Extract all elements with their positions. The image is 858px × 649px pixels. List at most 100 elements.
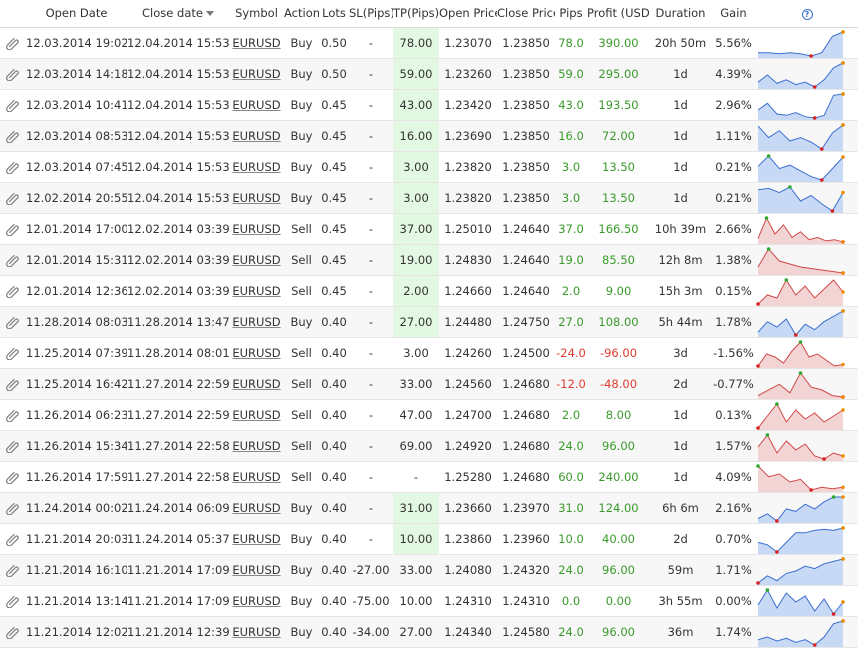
row-icon-cell[interactable] (0, 275, 26, 307)
paperclip-icon[interactable] (6, 500, 20, 515)
lots-cell: 0.45 (319, 213, 349, 245)
action-header[interactable]: Action (284, 0, 319, 28)
row-icon-cell[interactable] (0, 213, 26, 245)
row-icon-cell[interactable] (0, 337, 26, 369)
table-row[interactable]: 12.03.2014 07:45 12.04.2014 15:53 EURUSD Bu… (0, 151, 858, 183)
paperclip-icon[interactable] (6, 97, 20, 112)
symbol-link[interactable]: EURUSD (232, 439, 280, 453)
table-row[interactable]: 11.21.2014 20:03 11.24.2014 05:37 EURUSD Bu… (0, 523, 858, 555)
duration-header[interactable]: Duration (650, 0, 711, 28)
table-row[interactable]: 12.03.2014 10:41 12.04.2014 15:53 EURUSD Bu… (0, 89, 858, 121)
table-row[interactable]: 11.25.2014 16:42 11.27.2014 22:59 EURUSD Se… (0, 368, 858, 400)
table-row[interactable]: 12.03.2014 08:53 12.04.2014 15:53 EURUSD Bu… (0, 120, 858, 152)
close-date-header[interactable]: Close date (127, 0, 229, 28)
paperclip-icon[interactable] (6, 562, 20, 577)
table-row[interactable]: 12.02.2014 20:55 12.04.2014 15:53 EURUSD Bu… (0, 182, 858, 214)
row-icon-cell[interactable] (0, 523, 26, 555)
paperclip-icon[interactable] (6, 66, 20, 81)
table-row[interactable]: 11.26.2014 17:59 11.27.2014 22:58 EURUSD Se… (0, 461, 858, 493)
symbol-link[interactable]: EURUSD (232, 501, 280, 515)
symbol-link[interactable]: EURUSD (232, 377, 280, 391)
open-price-header[interactable]: Open Price (439, 0, 497, 28)
symbol-link[interactable]: EURUSD (232, 532, 280, 546)
profit-header[interactable]: Profit (USD) (587, 0, 650, 28)
row-icon-cell[interactable] (0, 399, 26, 431)
paperclip-icon[interactable] (6, 438, 20, 453)
row-icon-cell[interactable] (0, 89, 26, 121)
row-icon-cell[interactable] (0, 27, 26, 59)
symbol-link[interactable]: EURUSD (232, 98, 280, 112)
table-row[interactable]: 12.01.2014 15:31 12.02.2014 03:39 EURUSD Se… (0, 244, 858, 276)
symbol-link[interactable]: EURUSD (232, 315, 280, 329)
paperclip-icon[interactable] (6, 35, 20, 50)
close-price-header[interactable]: Close Price (497, 0, 555, 28)
row-icon-cell[interactable] (0, 120, 26, 152)
symbol-link[interactable]: EURUSD (232, 408, 280, 422)
table-row[interactable]: 11.21.2014 13:14 11.21.2014 17:09 EURUSD Bu… (0, 585, 858, 617)
row-icon-cell[interactable] (0, 58, 26, 90)
gain-header[interactable]: Gain (711, 0, 756, 28)
open-date-header[interactable]: Open Date (26, 0, 127, 28)
symbol-link[interactable]: EURUSD (232, 67, 280, 81)
symbol-link[interactable]: EURUSD (232, 222, 280, 236)
row-icon-cell[interactable] (0, 585, 26, 617)
sl-header[interactable]: SL(Pips) (349, 0, 393, 28)
table-row[interactable]: 11.21.2014 16:10 11.21.2014 17:09 EURUSD Bu… (0, 554, 858, 586)
symbol-link[interactable]: EURUSD (232, 594, 280, 608)
paperclip-icon[interactable] (6, 190, 20, 205)
paperclip-icon[interactable] (6, 252, 20, 267)
pips-header[interactable]: Pips (555, 0, 587, 28)
symbol-link[interactable]: EURUSD (232, 625, 280, 639)
table-row[interactable]: 12.03.2014 14:18 12.04.2014 15:53 EURUSD Bu… (0, 58, 858, 90)
table-row[interactable]: 11.28.2014 08:03 11.28.2014 13:47 EURUSD Bu… (0, 306, 858, 338)
table-row[interactable]: 11.24.2014 00:02 11.24.2014 06:09 EURUSD Bu… (0, 492, 858, 524)
open-date-cell: 12.03.2014 19:02 (26, 27, 127, 59)
row-icon-cell[interactable] (0, 554, 26, 586)
row-icon-cell[interactable] (0, 616, 26, 648)
symbol-link[interactable]: EURUSD (232, 563, 280, 577)
symbol-link[interactable]: EURUSD (232, 160, 280, 174)
symbol-header[interactable]: Symbol (229, 0, 284, 28)
table-row[interactable]: 12.01.2014 12:36 12.02.2014 03:39 EURUSD Se… (0, 275, 858, 307)
table-row[interactable]: 11.25.2014 07:39 11.28.2014 08:01 EURUSD Se… (0, 337, 858, 369)
paperclip-icon[interactable] (6, 469, 20, 484)
symbol-link[interactable]: EURUSD (232, 470, 280, 484)
symbol-link[interactable]: EURUSD (232, 36, 280, 50)
paperclip-icon[interactable] (6, 159, 20, 174)
close-price-cell: 1.24680 (497, 430, 555, 462)
symbol-link[interactable]: EURUSD (232, 284, 280, 298)
table-row[interactable]: 11.26.2014 15:34 11.27.2014 22:58 EURUSD Se… (0, 430, 858, 462)
help-icon[interactable]: ? (801, 9, 813, 21)
paperclip-icon[interactable] (6, 283, 20, 298)
row-icon-cell[interactable] (0, 430, 26, 462)
paperclip-icon[interactable] (6, 624, 20, 639)
table-row[interactable]: 12.03.2014 19:02 12.04.2014 15:53 EURUSD Bu… (0, 27, 858, 59)
row-icon-cell[interactable] (0, 368, 26, 400)
table-row[interactable]: 11.21.2014 12:02 11.21.2014 12:39 EURUSD Bu… (0, 616, 858, 648)
paperclip-icon[interactable] (6, 376, 20, 391)
close-date-cell: 12.04.2014 15:53 (127, 89, 229, 121)
row-icon-cell[interactable] (0, 306, 26, 338)
paperclip-icon[interactable] (6, 314, 20, 329)
row-icon-cell[interactable] (0, 492, 26, 524)
paperclip-icon[interactable] (6, 345, 20, 360)
row-icon-cell[interactable] (0, 151, 26, 183)
paperclip-icon[interactable] (6, 593, 20, 608)
paperclip-icon[interactable] (6, 531, 20, 546)
row-icon-cell[interactable] (0, 244, 26, 276)
symbol-link[interactable]: EURUSD (232, 129, 280, 143)
lots-header[interactable]: Lots (319, 0, 349, 28)
symbol-link[interactable]: EURUSD (232, 346, 280, 360)
trade-sparkline (756, 401, 845, 429)
symbol-link[interactable]: EURUSD (232, 253, 280, 267)
row-icon-cell[interactable] (0, 182, 26, 214)
paperclip-icon[interactable] (6, 221, 20, 236)
symbol-link[interactable]: EURUSD (232, 191, 280, 205)
table-row[interactable]: 12.01.2014 17:00 12.02.2014 03:39 EURUSD Se… (0, 213, 858, 245)
tp-header[interactable]: TP(Pips) (393, 0, 439, 28)
row-icon-cell[interactable] (0, 461, 26, 493)
trade-sparkline (757, 122, 845, 150)
table-row[interactable]: 11.26.2014 06:23 11.27.2014 22:59 EURUSD Se… (0, 399, 858, 431)
paperclip-icon[interactable] (6, 407, 20, 422)
paperclip-icon[interactable] (6, 128, 20, 143)
